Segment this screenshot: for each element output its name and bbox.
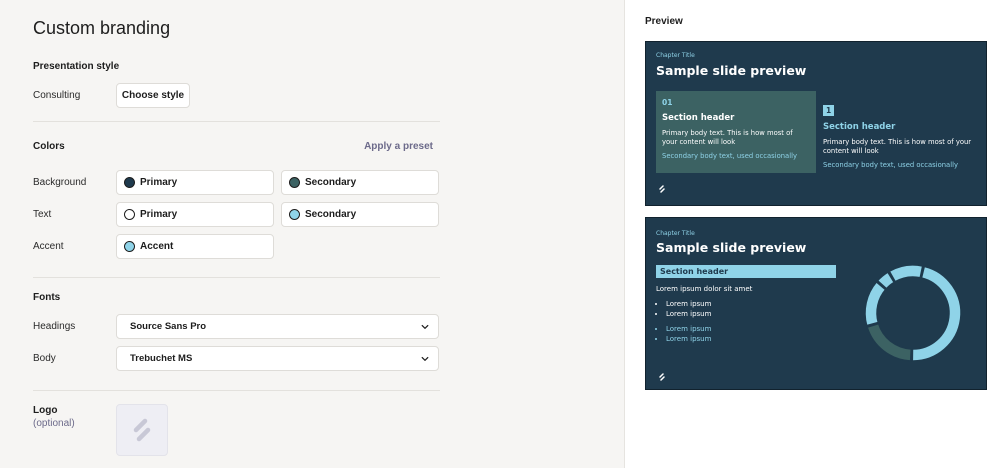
text-secondary-label: Secondary xyxy=(305,209,357,220)
slide-chapter-title: Chapter Title xyxy=(656,230,695,237)
background-primary-field[interactable]: Primary xyxy=(116,170,274,195)
headings-font-value: Source Sans Pro xyxy=(130,321,207,332)
secondary-bullet-list: Lorem ipsum Lorem ipsum xyxy=(666,325,711,344)
accent-value-label: Accent xyxy=(140,241,174,252)
card-secondary-text: Secondary body text, used occasionally xyxy=(662,152,798,161)
chevron-down-icon xyxy=(421,324,429,329)
text-secondary-field[interactable]: Secondary xyxy=(281,202,439,227)
divider xyxy=(33,121,440,122)
donut-chart xyxy=(864,264,962,362)
list-item: Lorem ipsum xyxy=(666,300,711,310)
donut-segment-5 xyxy=(888,264,924,283)
text-primary-label: Primary xyxy=(140,209,178,220)
card-body-text: Primary body text. This is how most of y… xyxy=(662,129,793,147)
accent-swatch xyxy=(124,241,135,252)
background-secondary-swatch xyxy=(289,177,300,188)
card-number: 01 xyxy=(662,98,673,107)
headings-label: Headings xyxy=(33,321,76,332)
card-number: 1 xyxy=(823,105,835,116)
slide-title: Sample slide preview xyxy=(656,240,807,255)
branding-settings-panel: Custom branding Presentation style Consu… xyxy=(0,0,624,468)
background-primary-swatch xyxy=(124,177,135,188)
background-secondary-field[interactable]: Secondary xyxy=(281,170,439,195)
preview-panel: Preview Chapter Title Sample slide previ… xyxy=(624,0,1000,468)
logo-upload[interactable] xyxy=(116,404,168,456)
list-item: Lorem ipsum xyxy=(666,310,711,320)
logo-title: Logo xyxy=(33,405,58,416)
card-secondary-text: Secondary body text, used occasionally xyxy=(823,161,959,170)
slide-preview-2: Chapter Title Sample slide preview Secti… xyxy=(645,217,987,390)
text-label: Text xyxy=(33,209,52,220)
brand-logo-icon xyxy=(659,373,665,381)
donut-segment-2 xyxy=(866,322,913,362)
colors-title: Colors xyxy=(33,141,65,152)
chevron-down-icon xyxy=(421,356,429,361)
list-item: Lorem ipsum xyxy=(666,325,711,335)
slide-chapter-title: Chapter Title xyxy=(656,52,695,59)
fonts-title: Fonts xyxy=(33,292,61,303)
accent-field[interactable]: Accent xyxy=(116,234,274,259)
logo-optional-label: (optional) xyxy=(33,418,75,429)
body-font-value: Trebuchet MS xyxy=(130,353,193,364)
slide-card-highlighted: 01 Section header Primary body text. Thi… xyxy=(656,91,816,173)
slide-title: Sample slide preview xyxy=(656,63,807,78)
donut-segment-1 xyxy=(911,265,962,362)
accent-label: Accent xyxy=(33,241,64,252)
body-label: Body xyxy=(33,353,56,364)
choose-style-button[interactable]: Choose style xyxy=(116,83,190,108)
slide-lorem-text: Lorem ipsum dolor sit amet xyxy=(656,285,753,293)
brand-logo-icon xyxy=(133,418,151,442)
divider xyxy=(33,390,440,391)
headings-font-select[interactable]: Source Sans Pro xyxy=(116,314,439,339)
divider xyxy=(33,277,440,278)
brand-logo-icon xyxy=(659,185,665,193)
primary-bullet-list: Lorem ipsum Lorem ipsum xyxy=(666,300,711,319)
slide-card-plain: 1 Section header Primary body text. This… xyxy=(817,91,982,173)
list-item: Lorem ipsum xyxy=(666,335,711,345)
card-section-header: Section header xyxy=(662,113,735,123)
apply-preset-link[interactable]: Apply a preset xyxy=(364,141,433,152)
card-section-header: Section header xyxy=(823,122,896,132)
presentation-style-title: Presentation style xyxy=(33,61,120,72)
text-primary-swatch xyxy=(124,209,135,220)
slide-preview-1: Chapter Title Sample slide preview 01 Se… xyxy=(645,41,987,206)
page-title: Custom branding xyxy=(33,18,171,38)
slide-section-header: Section header xyxy=(656,265,836,278)
background-primary-label: Primary xyxy=(140,177,178,188)
donut-segment-3 xyxy=(864,280,887,327)
preview-title: Preview xyxy=(645,16,683,27)
presentation-style-label: Consulting xyxy=(33,90,81,101)
background-secondary-label: Secondary xyxy=(305,177,357,188)
card-body-text: Primary body text. This is how most of y… xyxy=(823,138,972,156)
text-primary-field[interactable]: Primary xyxy=(116,202,274,227)
background-label: Background xyxy=(33,177,87,188)
body-font-select[interactable]: Trebuchet MS xyxy=(116,346,439,371)
text-secondary-swatch xyxy=(289,209,300,220)
